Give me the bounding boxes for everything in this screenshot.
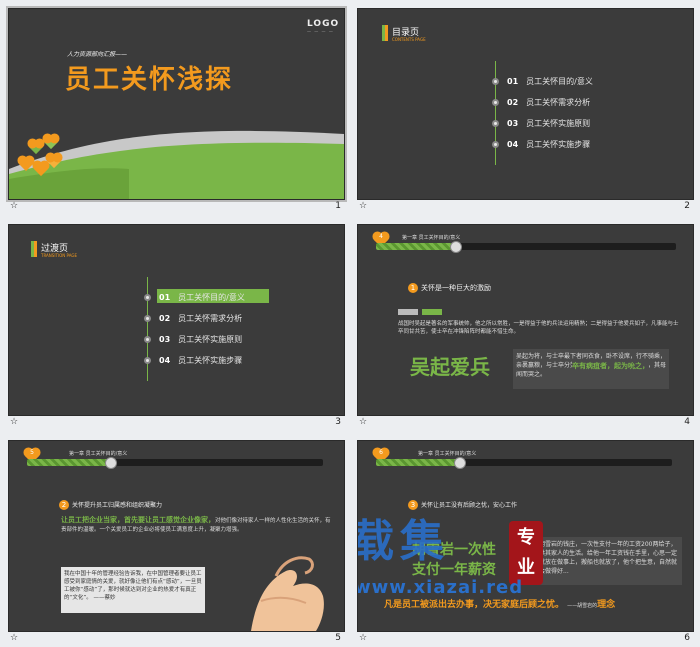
slide-thumbnail-2[interactable]: 目录页 CONTENTS PAGE 01 员工关怀目的/意义 02 员工关怀需求分析… (357, 8, 694, 200)
toc-item[interactable]: 02 员工关怀需求分析 (492, 97, 590, 108)
point-heading: 2 关怀提升员工归属感和组织凝聚力 (59, 500, 162, 510)
bullet-dot-icon (492, 99, 499, 106)
slide-thumbnail-3[interactable]: 过渡页 TRANSITION PAGE 01 员工关怀目的/意义 02 员工关怀需求… (8, 224, 345, 416)
toc-item[interactable]: 03 员工关怀实施原则 (492, 118, 590, 129)
side-text-box: 胡雪岩的钱庄，一次性支付一年的工资200两给子，供其家人的生活。给他一年工资钱在… (536, 537, 682, 585)
slide-thumbnail-4[interactable]: 4 第一章 员工关怀目的/意义 1 关怀是一种巨大的激励 战国时吴起是著名的军事统… (357, 224, 694, 416)
grey-tab (398, 309, 418, 315)
quote-box: 我在中国十年的管理经验告诉我，在中国管理者要让员工感受到家庭情的关爱，就好像让他… (61, 567, 205, 613)
cd-icon (450, 241, 462, 253)
bottom-statement: 凡是员工被派出去办事，决无家庭后顾之忧。 ——胡雪岩的理念 (384, 600, 616, 610)
chapter-label: 第一章 员工关怀目的/意义 (69, 451, 128, 457)
watermark-title: 下载集 (357, 516, 450, 567)
slide-number: 4 (684, 417, 690, 427)
heart-number: 6 (379, 449, 383, 456)
toc-item[interactable]: 04 员工关怀实施步骤 (144, 355, 242, 366)
cd-icon (105, 457, 117, 469)
bullet-dot-icon (492, 78, 499, 85)
body-text: 让员工把企业当家，首先要让员工感觉企业像家，对他们像对待家人一样的人性化生活的关… (61, 516, 331, 533)
green-hill-decoration (9, 130, 344, 199)
bullet-dot-icon (492, 120, 499, 127)
slide-thumbnail-5[interactable]: 5 第一章 员工关怀目的/意义 2 关怀提升员工归属感和组织凝聚力 让员工把企业当… (8, 440, 345, 632)
slide-star-icon[interactable]: ☆ (359, 201, 367, 211)
progress-bar (27, 459, 323, 466)
body-text: 战国时吴起是著名的军事统帅，他之所以常胜，一是得益于他的兵法运用精熟；二是得益于… (398, 321, 679, 335)
slide-star-icon[interactable]: ☆ (359, 417, 367, 427)
toc-item[interactable]: 04 员工关怀实施步骤 (492, 139, 590, 150)
toc-item[interactable]: 03 员工关怀实施原则 (144, 334, 242, 345)
progress-bar (376, 243, 676, 250)
bullet-dot-icon (492, 141, 499, 148)
watermark-url: www.xiazai.red (357, 577, 524, 598)
slide-star-icon[interactable]: ☆ (10, 633, 18, 643)
slide-number: 3 (335, 417, 341, 427)
chapter-label: 第一章 员工关怀目的/意义 (402, 235, 461, 241)
section-subtitle: CONTENTS PAGE (392, 37, 426, 42)
slide-number: 2 (684, 201, 690, 211)
toc-item-active[interactable]: 01 员工关怀目的/意义 (144, 292, 245, 303)
cd-icon (454, 457, 466, 469)
bullet-dot-icon (144, 294, 151, 301)
progress-bar (376, 459, 672, 466)
handshake-image (251, 556, 324, 631)
slide-number: 6 (684, 633, 690, 643)
toc-item[interactable]: 01 员工关怀目的/意义 (492, 76, 593, 87)
watermark-tag: 专业 (509, 521, 543, 585)
slide-star-icon[interactable]: ☆ (10, 417, 18, 427)
slide-thumbnail-6[interactable]: 6 第一章 员工关怀目的/意义 3 关怀让员工没有后顾之忧，安心工作 胡雪岩一次性… (357, 440, 694, 632)
bullet-dot-icon (144, 357, 151, 364)
slide-star-icon[interactable]: ☆ (359, 633, 367, 643)
slide-number: 1 (335, 201, 341, 211)
toc-item[interactable]: 02 员工关怀需求分析 (144, 313, 242, 324)
slide-thumbnail-1[interactable]: LOGO — — — — 人力资源部向汇报—— 员工关怀浅探 (6, 6, 347, 202)
section-marker-orange (385, 25, 388, 41)
slide-number: 5 (335, 633, 341, 643)
quote-highlight: 卒有病疽者，起为吮之， (572, 361, 649, 371)
section-marker-orange (34, 241, 37, 257)
section-subtitle: TRANSITION PAGE (41, 253, 77, 258)
heart-number: 4 (379, 233, 383, 240)
chapter-label: 第一章 员工关怀目的/意义 (418, 451, 477, 457)
bullet-dot-icon (144, 336, 151, 343)
bullet-dot-icon (144, 315, 151, 322)
slide-star-icon[interactable]: ☆ (10, 201, 18, 211)
big-heading: 吴起爱兵 (410, 355, 490, 379)
green-tab (422, 309, 442, 315)
point-heading: 1 关怀是一种巨大的激励 (408, 283, 491, 293)
heart-number: 5 (30, 449, 34, 456)
